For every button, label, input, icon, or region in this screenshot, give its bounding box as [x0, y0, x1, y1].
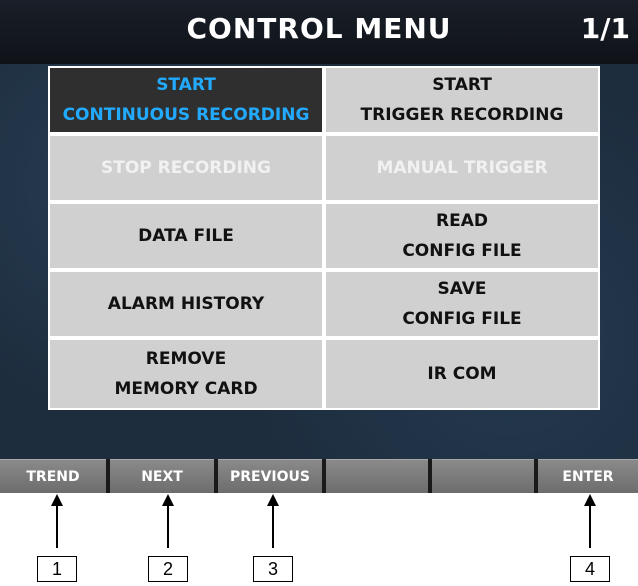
callout-1-arrow-line — [56, 504, 58, 548]
f3-previous-button[interactable]: PREVIOUS — [218, 459, 322, 493]
callout-1-box: 1 — [37, 556, 77, 582]
title-bar: CONTROL MENU 1/1 — [0, 0, 638, 64]
manual-trigger-button[interactable]: MANUAL TRIGGER — [326, 136, 598, 200]
callout-4-arrow-line — [589, 504, 591, 548]
f2-next-button[interactable]: NEXT — [110, 459, 214, 493]
function-key-bar: TREND NEXT PREVIOUS ENTER — [0, 459, 638, 493]
page-indicator: 1/1 — [580, 12, 630, 45]
callout-2-arrow-line — [167, 504, 169, 548]
alarm-history-button[interactable]: ALARM HISTORY — [50, 272, 322, 336]
callout-3-box: 3 — [253, 556, 293, 582]
read-config-file-button[interactable]: READ CONFIG FILE — [326, 204, 598, 268]
callout-2-arrowhead — [162, 494, 174, 506]
data-file-button[interactable]: DATA FILE — [50, 204, 322, 268]
start-continuous-recording-button[interactable]: START CONTINUOUS RECORDING — [50, 68, 322, 132]
callout-3-arrowhead — [267, 494, 279, 506]
device-screen: CONTROL MENU 1/1 START CONTINUOUS RECORD… — [0, 0, 638, 493]
callout-3-arrow-line — [272, 504, 274, 548]
f4-blank-button[interactable] — [326, 459, 428, 493]
screen-title: CONTROL MENU — [186, 12, 452, 45]
stop-recording-button[interactable]: STOP RECORDING — [50, 136, 322, 200]
save-config-file-button[interactable]: SAVE CONFIG FILE — [326, 272, 598, 336]
remove-memory-card-button[interactable]: REMOVE MEMORY CARD — [50, 340, 322, 408]
control-menu-grid: START CONTINUOUS RECORDING START TRIGGER… — [48, 66, 600, 410]
f6-enter-button[interactable]: ENTER — [538, 459, 638, 493]
callout-4-arrowhead — [584, 494, 596, 506]
f5-blank-button[interactable] — [432, 459, 534, 493]
ir-com-button[interactable]: IR COM — [326, 340, 598, 408]
start-trigger-recording-button[interactable]: START TRIGGER RECORDING — [326, 68, 598, 132]
f1-trend-button[interactable]: TREND — [0, 459, 106, 493]
callout-2-box: 2 — [148, 556, 188, 582]
callout-4-box: 4 — [570, 556, 610, 582]
callout-1-arrowhead — [51, 494, 63, 506]
